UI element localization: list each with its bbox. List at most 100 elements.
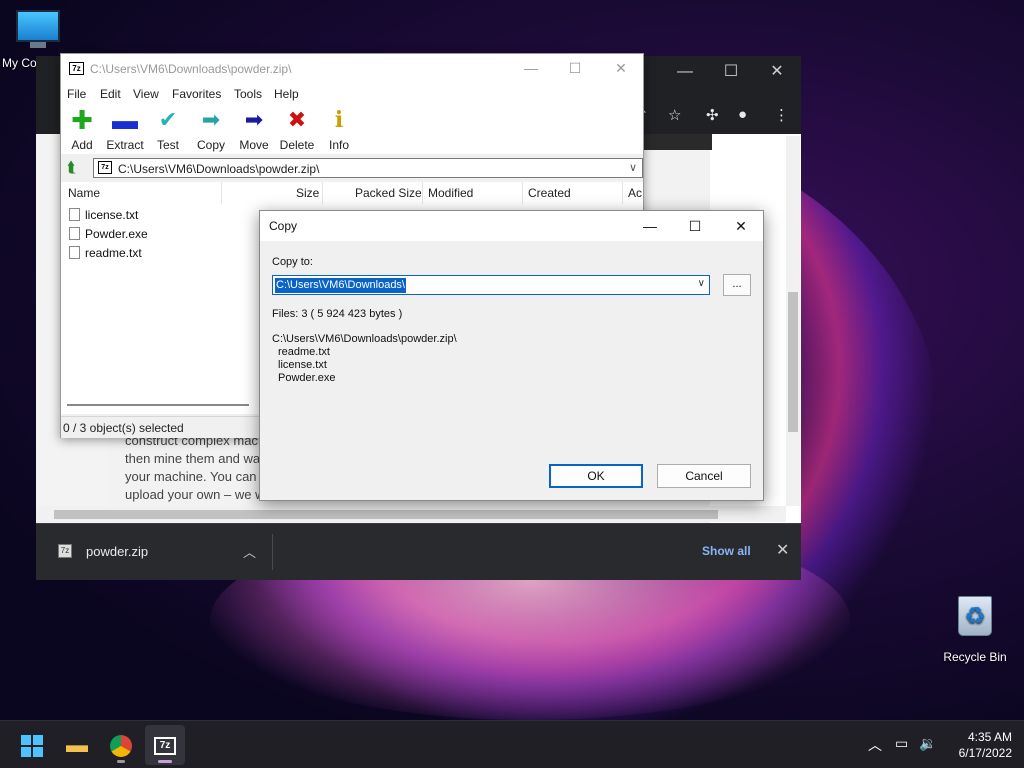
address-text: C:\Users\VM6\Downloads\powder.zip\ bbox=[118, 162, 320, 176]
address-combo[interactable]: 7z C:\Users\VM6\Downloads\powder.zip\ ∨ bbox=[93, 158, 643, 178]
horizontal-scrollbar[interactable] bbox=[36, 506, 786, 522]
zip-file-icon: 7z bbox=[58, 544, 72, 558]
clock-time: 4:35 AM bbox=[967, 730, 1012, 744]
cancel-button[interactable]: Cancel bbox=[657, 464, 751, 488]
list-item[interactable]: readme.txt bbox=[69, 246, 142, 264]
show-all-downloads-link[interactable]: Show all bbox=[702, 544, 751, 558]
zip-file-icon: 7z bbox=[98, 161, 112, 174]
info-button[interactable]: i Info bbox=[317, 108, 361, 152]
move-button[interactable]: ➡ Move bbox=[232, 107, 276, 153]
browse-button[interactable]: ... bbox=[723, 274, 751, 296]
file-explorer-icon[interactable]: ▬ bbox=[57, 725, 97, 765]
chevron-down-icon[interactable]: ∨ bbox=[698, 278, 705, 289]
text-file-icon bbox=[69, 246, 80, 259]
desktop-icon-recycle-bin[interactable]: ♻ Recycle Bin bbox=[940, 596, 1010, 664]
list-item: license.txt bbox=[278, 359, 327, 371]
extensions-puzzle-icon[interactable]: ✣ bbox=[706, 106, 719, 124]
test-button[interactable]: ✔ Test bbox=[146, 107, 190, 153]
desktop-icon-label: Recycle Bin bbox=[943, 650, 1007, 664]
close-button[interactable]: ✕ bbox=[719, 215, 763, 237]
taskbar: ▬ 7z ︿ ▭ 🔉 4:35 AM 6/17/2022 bbox=[0, 720, 1024, 768]
menu-view[interactable]: View bbox=[133, 87, 159, 101]
chevron-up-icon[interactable]: ︿ bbox=[868, 735, 882, 755]
toolbar: ✚ Add ▬ Extract ✔ Test ➡ Copy ➡ Move ✖ D… bbox=[61, 104, 643, 154]
clock-date: 6/17/2022 bbox=[958, 746, 1012, 760]
chrome-toolbar: ⇪ ☆ ✣ ● ⋮ bbox=[636, 106, 796, 130]
column-modified[interactable]: Modified bbox=[428, 186, 473, 200]
profile-avatar-icon[interactable]: ● bbox=[738, 106, 747, 123]
info-icon: i bbox=[334, 107, 344, 133]
menu-help[interactable]: Help bbox=[274, 87, 299, 101]
files-summary: Files: 3 ( 5 924 423 bytes ) bbox=[272, 308, 403, 320]
recycle-bin-icon: ♻ bbox=[958, 596, 992, 636]
7zip-app-icon: 7z bbox=[154, 737, 176, 756]
start-button[interactable] bbox=[12, 725, 52, 765]
chrome-maximize-button[interactable]: ☐ bbox=[708, 60, 754, 84]
chevron-up-icon[interactable]: ︿ bbox=[243, 542, 256, 561]
column-created[interactable]: Created bbox=[528, 186, 571, 200]
bookmark-star-icon[interactable]: ☆ bbox=[668, 106, 681, 124]
horizontal-scrollbar[interactable] bbox=[67, 404, 249, 406]
maximize-button[interactable]: ☐ bbox=[553, 58, 597, 78]
file-list-info: C:\Users\VM6\Downloads\powder.zip\ readm… bbox=[272, 333, 457, 385]
menu-favorites[interactable]: Favorites bbox=[172, 87, 221, 101]
window-title: C:\Users\VM6\Downloads\powder.zip\ bbox=[90, 62, 292, 76]
menu-tools[interactable]: Tools bbox=[234, 87, 262, 101]
list-item: readme.txt bbox=[278, 346, 330, 358]
extract-button[interactable]: ▬ Extract bbox=[103, 105, 147, 152]
column-size[interactable]: Size bbox=[296, 186, 319, 200]
plus-icon: ✚ bbox=[71, 105, 93, 135]
7zip-app-icon: 7z bbox=[69, 62, 84, 75]
minus-icon: ▬ bbox=[112, 105, 138, 135]
network-icon[interactable]: ▭ bbox=[895, 735, 908, 752]
chevron-down-icon[interactable]: ∨ bbox=[629, 161, 637, 174]
destination-path[interactable]: C:\Users\VM6\Downloads\ bbox=[275, 278, 406, 293]
address-bar: ⮬ 7z C:\Users\VM6\Downloads\powder.zip\ … bbox=[61, 154, 643, 182]
desktop: My Co ♻ Recycle Bin — ☐ ✕ ⇪ ☆ ✣ ● ⋮ cons… bbox=[0, 0, 1024, 720]
add-button[interactable]: ✚ Add bbox=[60, 105, 104, 152]
column-packed-size[interactable]: Packed Size bbox=[355, 186, 422, 200]
close-button[interactable]: ✕ bbox=[599, 58, 643, 78]
copy-arrow-icon: ➡ bbox=[201, 107, 221, 132]
download-item-name[interactable]: powder.zip bbox=[86, 544, 148, 559]
menu-edit[interactable]: Edit bbox=[100, 87, 121, 101]
dialog-titlebar[interactable]: Copy — ☐ ✕ bbox=[260, 211, 763, 241]
computer-icon bbox=[16, 10, 60, 42]
check-icon: ✔ bbox=[158, 107, 178, 132]
ok-button[interactable]: OK bbox=[549, 464, 643, 488]
copy-dialog: Copy — ☐ ✕ Copy to: C:\Users\VM6\Downloa… bbox=[259, 210, 764, 501]
menu-file[interactable]: File bbox=[67, 87, 86, 101]
destination-combo[interactable]: C:\Users\VM6\Downloads\ ∨ bbox=[272, 275, 710, 295]
minimize-button[interactable]: — bbox=[509, 58, 553, 78]
dialog-title: Copy bbox=[269, 219, 298, 233]
maximize-button[interactable]: ☐ bbox=[673, 215, 717, 237]
volume-icon[interactable]: 🔉 bbox=[919, 735, 936, 752]
7zip-taskbar-app[interactable]: 7z bbox=[145, 725, 185, 765]
move-arrow-icon: ➡ bbox=[244, 107, 264, 132]
chrome-taskbar-app[interactable] bbox=[101, 725, 141, 765]
list-item[interactable]: Powder.exe bbox=[69, 227, 148, 245]
chrome-menu-icon[interactable]: ⋮ bbox=[774, 106, 789, 124]
list-item[interactable]: license.txt bbox=[69, 208, 138, 226]
7zip-titlebar[interactable]: 7z C:\Users\VM6\Downloads\powder.zip\ — … bbox=[61, 54, 643, 84]
clock[interactable]: 4:35 AM 6/17/2022 bbox=[944, 729, 1012, 761]
copy-button[interactable]: ➡ Copy bbox=[189, 107, 233, 153]
folder-up-icon[interactable]: ⮬ bbox=[67, 159, 76, 176]
delete-button[interactable]: ✖ Delete bbox=[275, 107, 319, 153]
chrome-icon bbox=[110, 735, 132, 758]
downloads-bar: 7z powder.zip ︿ Show all ✕ bbox=[36, 523, 801, 580]
delete-x-icon: ✖ bbox=[287, 107, 307, 132]
chrome-close-button[interactable]: ✕ bbox=[754, 60, 800, 84]
copy-to-label: Copy to: bbox=[272, 256, 313, 268]
status-text: 0 / 3 object(s) selected bbox=[63, 421, 184, 435]
menu-bar: File Edit View Favorites Tools Help bbox=[61, 84, 643, 104]
file-icon bbox=[69, 227, 80, 240]
text-file-icon bbox=[69, 208, 80, 221]
close-icon[interactable]: ✕ bbox=[776, 540, 789, 560]
chrome-minimize-button[interactable]: — bbox=[662, 60, 708, 84]
column-accessed[interactable]: Ac bbox=[628, 186, 642, 200]
vertical-scrollbar[interactable] bbox=[786, 136, 800, 506]
column-name[interactable]: Name bbox=[68, 186, 100, 200]
minimize-button[interactable]: — bbox=[628, 215, 672, 237]
list-item: Powder.exe bbox=[278, 372, 336, 384]
